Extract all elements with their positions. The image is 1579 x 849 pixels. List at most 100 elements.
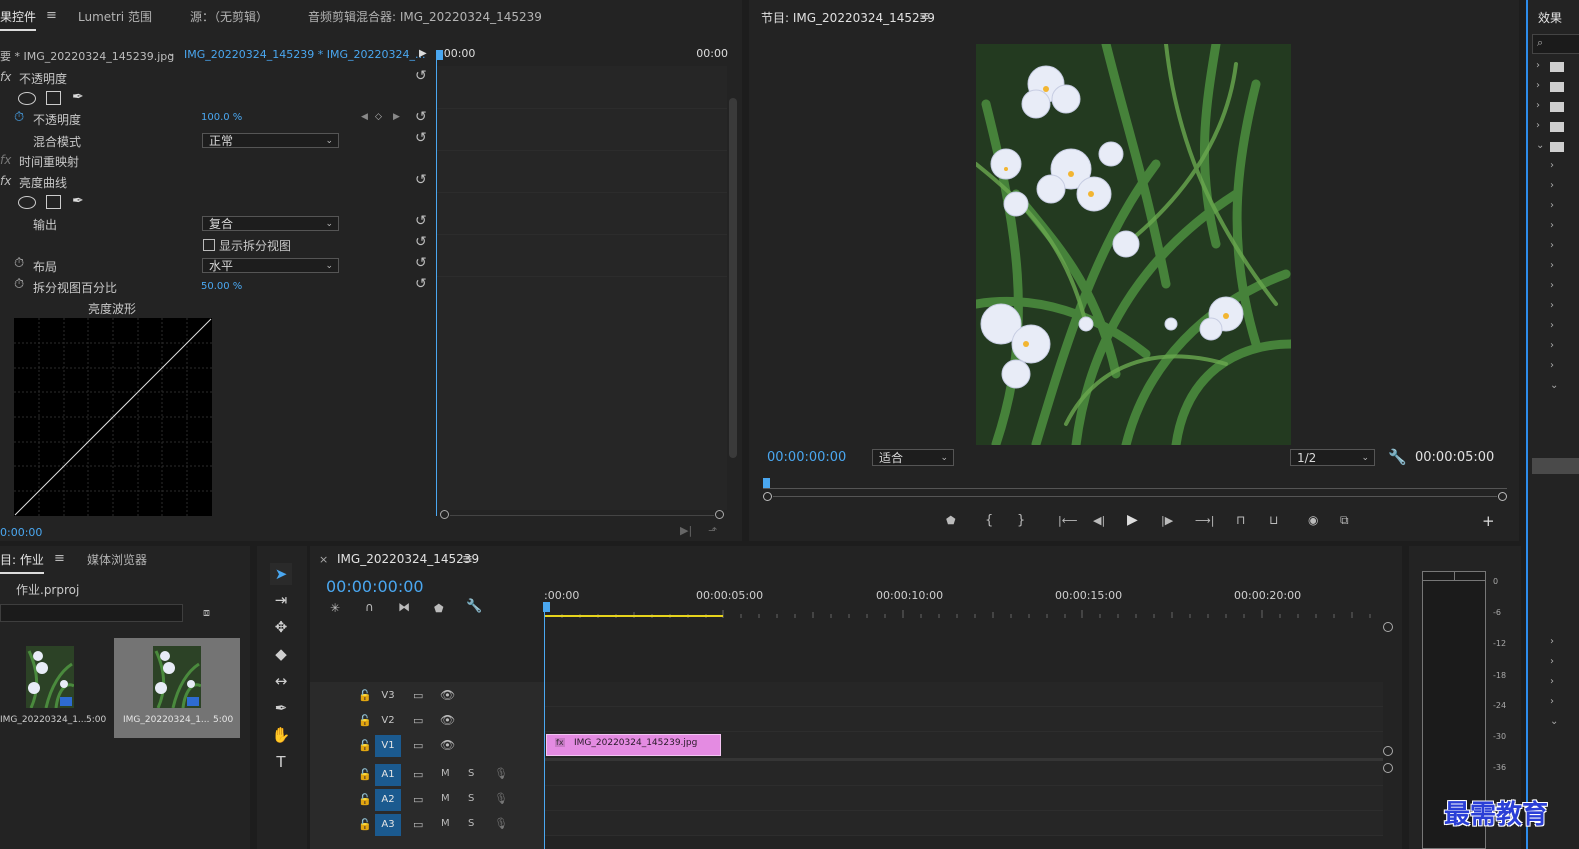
tab-source[interactable]: 源：（无剪辑） — [190, 8, 268, 25]
rectangle-mask-icon[interactable] — [46, 195, 61, 209]
mute-button[interactable]: M — [441, 793, 450, 804]
tab-audio-clip-mixer[interactable]: 音频剪辑混合器: IMG_20220324_145239 — [308, 8, 542, 25]
lock-icon[interactable]: 🔓 — [358, 818, 372, 831]
folder-row[interactable]: › — [1536, 58, 1576, 78]
vertical-zoom-handle[interactable] — [1383, 763, 1393, 773]
lock-icon[interactable]: 🔓 — [358, 714, 372, 727]
opacity-row[interactable]: ⏱ 不透明度 100.0 % ◀ ◇ ▶ ↺ — [0, 109, 432, 129]
program-title[interactable]: 节目: IMG_20220324_145239 — [761, 9, 935, 26]
tab-media-browser[interactable]: 媒体浏览器 — [87, 551, 147, 568]
solo-button[interactable]: S — [468, 793, 474, 804]
track-target-a1[interactable]: A1 — [375, 764, 401, 786]
add-button-icon[interactable]: + — [1482, 512, 1495, 530]
ellipse-mask-icon[interactable] — [18, 196, 36, 209]
ec-zoom-scrollbar[interactable] — [440, 510, 724, 519]
add-marker-icon[interactable]: ⬟ — [946, 514, 956, 527]
hand-tool-icon[interactable]: ✋ — [270, 724, 292, 746]
reset-icon[interactable]: ↺ — [415, 110, 429, 124]
vertical-zoom-handle[interactable] — [1383, 746, 1393, 756]
tab-lumetri-scopes[interactable]: Lumetri 范围 — [78, 8, 152, 25]
close-icon[interactable]: × — [319, 553, 328, 566]
panel-menu-icon[interactable]: ≡ — [919, 9, 930, 24]
reset-icon[interactable]: ↺ — [415, 69, 429, 83]
sync-lock-icon[interactable]: ▭ — [413, 739, 423, 752]
sync-lock-icon[interactable]: ▭ — [413, 793, 423, 806]
output-dropdown[interactable]: 复合 ⌄ — [202, 216, 339, 231]
folder-row[interactable]: › — [1536, 98, 1576, 118]
lock-icon[interactable]: 🔓 — [358, 739, 372, 752]
stopwatch-icon[interactable]: ⏱ — [14, 277, 24, 292]
ellipse-mask-icon[interactable] — [18, 92, 36, 105]
linked-selection-icon[interactable]: ⧓ — [398, 600, 410, 614]
prev-keyframe-icon[interactable]: ◀ — [361, 112, 368, 122]
scrub-handle-left[interactable] — [763, 492, 772, 501]
timeline-settings-icon[interactable]: 🔧 — [466, 599, 482, 614]
compare-view-icon[interactable]: ⧉ — [1340, 513, 1349, 528]
selection-tool-icon[interactable]: ➤ — [270, 563, 292, 585]
panel-menu-icon[interactable]: ≡ — [54, 551, 65, 566]
zoom-handle-left[interactable] — [440, 510, 449, 519]
luma-curve-graph[interactable] — [14, 318, 212, 516]
sequence-tab[interactable]: IMG_20220324_145239 — [337, 552, 479, 566]
lock-icon[interactable]: 🔓 — [358, 793, 372, 806]
track-target-v2[interactable]: V2 — [375, 710, 401, 732]
split-percent-value[interactable]: 50.00 % — [201, 281, 242, 292]
vertical-zoom-handle[interactable] — [1383, 622, 1393, 632]
lock-icon[interactable]: 🔓 — [358, 768, 372, 781]
track-target-v1[interactable]: V1 — [375, 735, 401, 757]
pen-mask-icon[interactable]: ✒ — [72, 89, 84, 105]
next-keyframe-icon[interactable]: ▶ — [393, 112, 400, 122]
export-icon[interactable]: ⬏ — [708, 524, 717, 537]
reset-icon[interactable]: ↺ — [415, 256, 429, 270]
luma-curve-row[interactable]: fx 亮度曲线 ↺ — [0, 172, 432, 192]
tab-effect-controls[interactable]: 果控件 — [0, 8, 37, 31]
sync-lock-icon[interactable]: ▭ — [413, 714, 423, 727]
track-select-tool-icon[interactable]: ⇥ — [270, 589, 292, 611]
fx-badge[interactable]: fx — [0, 174, 11, 188]
playhead-marker[interactable] — [543, 602, 550, 612]
blend-mode-dropdown[interactable]: 正常 ⌄ — [202, 133, 339, 148]
step-forward-icon[interactable]: |▶ — [1161, 514, 1173, 527]
panel-menu-icon[interactable]: ≡ — [462, 552, 473, 567]
resolution-dropdown[interactable]: 1/2 ⌄ — [1290, 449, 1375, 466]
scrub-handle-right[interactable] — [1498, 492, 1507, 501]
sequence-clip-label[interactable]: IMG_20220324_145239 * IMG_20220324_... — [184, 48, 425, 61]
mute-button[interactable]: M — [441, 818, 450, 829]
chevron-down-icon[interactable]: ⌄ — [167, 48, 175, 59]
folder-row[interactable]: › — [1536, 78, 1576, 98]
slip-tool-icon[interactable]: ↔ — [270, 670, 292, 692]
eye-icon[interactable]: 👁 — [440, 688, 455, 702]
add-keyframe-icon[interactable]: ◇ — [375, 112, 382, 122]
microphone-icon[interactable]: 🎙 — [494, 817, 508, 830]
rectangle-mask-icon[interactable] — [46, 91, 61, 105]
work-area-bar[interactable] — [544, 615, 723, 617]
pen-tool-icon[interactable]: ✒ — [270, 697, 292, 719]
mark-in-icon[interactable]: { — [985, 513, 993, 528]
split-view-checkbox[interactable] — [203, 239, 215, 251]
project-item[interactable]: IMG_20220324_1... 5:00 — [0, 638, 112, 738]
fx-badge[interactable]: fx — [0, 153, 11, 167]
step-back-icon[interactable]: ◀| — [1093, 514, 1105, 527]
track-target-a3[interactable]: A3 — [375, 814, 401, 836]
effects-search[interactable]: ⌕ — [1532, 34, 1579, 54]
filter-icon[interactable]: ▶| — [680, 524, 692, 537]
effects-title[interactable]: 效果 — [1538, 9, 1562, 26]
ec-timeline-ruler[interactable]: :00:00 00:00 — [436, 44, 736, 66]
opacity-group-row[interactable]: fx 不透明度 ↺ — [0, 68, 432, 88]
sync-lock-icon[interactable]: ▭ — [413, 818, 423, 831]
go-to-in-icon[interactable]: |⟵ — [1058, 514, 1077, 527]
add-marker-icon[interactable]: ⬟ — [434, 602, 444, 615]
reset-icon[interactable]: ↺ — [415, 235, 429, 249]
time-remap-row[interactable]: fx 时间重映射 — [0, 151, 432, 171]
playhead-marker[interactable] — [436, 50, 443, 60]
program-current-timecode[interactable]: 00:00:00:00 — [767, 450, 846, 465]
ripple-edit-tool-icon[interactable]: ✥ — [270, 616, 292, 638]
wrench-icon[interactable]: 🔧 — [1388, 448, 1407, 466]
selected-effect-row[interactable] — [1532, 458, 1579, 474]
reset-icon[interactable]: ↺ — [415, 277, 429, 291]
go-to-out-icon[interactable]: ⟶| — [1195, 514, 1214, 527]
pen-mask-icon[interactable]: ✒ — [72, 193, 84, 209]
microphone-icon[interactable]: 🎙 — [494, 792, 508, 805]
sync-lock-icon[interactable]: ▭ — [413, 689, 423, 702]
panel-menu-icon[interactable]: ≡ — [46, 8, 57, 23]
